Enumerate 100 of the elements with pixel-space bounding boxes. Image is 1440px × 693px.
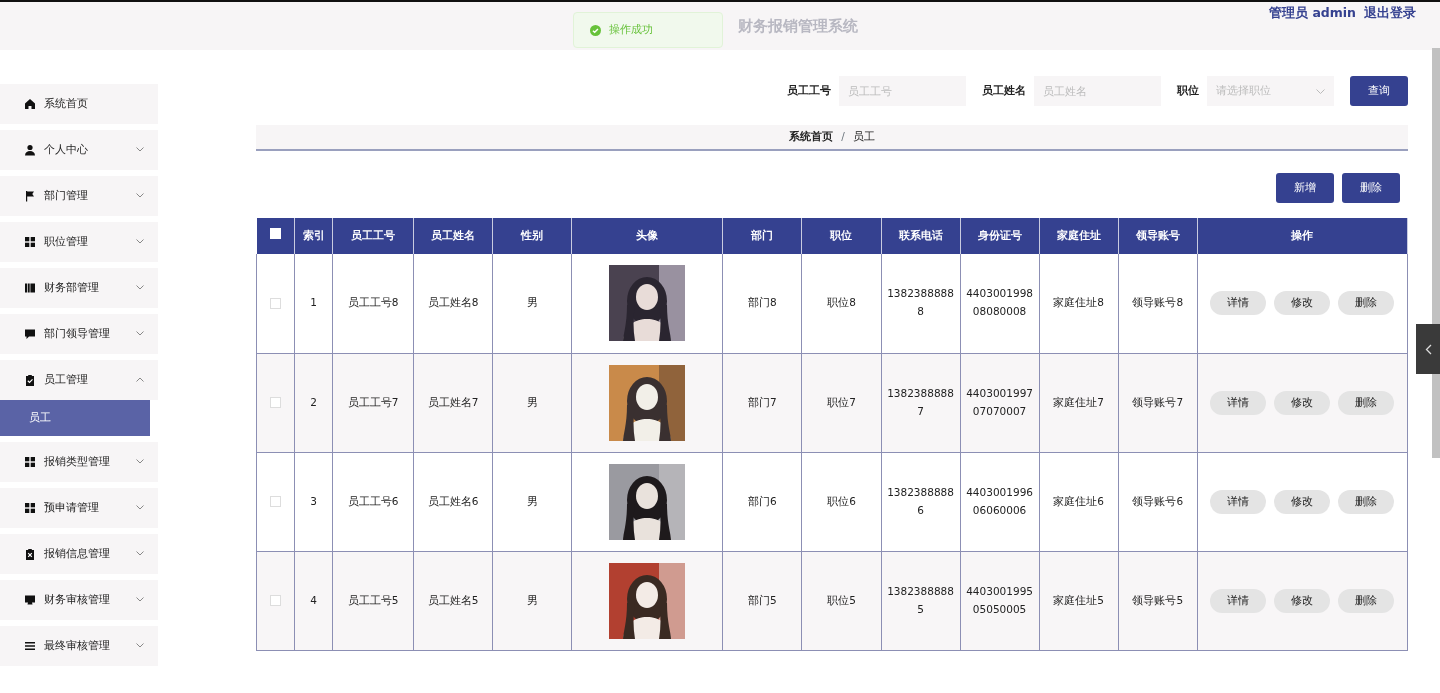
person-icon [24, 144, 36, 156]
sidebar-item[interactable]: 部门领导管理 [0, 314, 158, 354]
menu-label: 部门领导管理 [44, 325, 110, 342]
detail-button[interactable]: 详情 [1210, 489, 1267, 514]
table-cell: 员工工号8 [347, 296, 399, 309]
sidebar-item[interactable]: 个人中心 [0, 130, 158, 170]
table-cell: 部门5 [748, 593, 777, 606]
sidebar-item[interactable]: 部门管理 [0, 176, 158, 216]
check-icon [590, 24, 601, 36]
column-header: 家庭住址 [1039, 218, 1119, 254]
collapse-tab[interactable] [1416, 324, 1440, 374]
column-header: 联系电话 [881, 218, 961, 254]
table-cell: 家庭住址7 [1053, 395, 1104, 408]
delete-button[interactable]: 删除 [1338, 291, 1395, 316]
row-checkbox[interactable] [270, 397, 281, 409]
menu-label: 最终审核管理 [44, 637, 110, 654]
chevron-left-icon [1424, 343, 1432, 355]
monitor-icon [24, 594, 36, 606]
table-cell: 领导账号7 [1132, 395, 1184, 408]
breadcrumb-separator: / [841, 129, 845, 145]
sidebar-item[interactable]: 财务部管理 [0, 268, 158, 308]
grid-icon [24, 236, 36, 248]
column-header: 头像 [571, 218, 723, 254]
detail-button[interactable]: 详情 [1210, 291, 1267, 316]
table-cell: 员工姓名7 [427, 395, 479, 408]
sidebar-item[interactable]: 报销类型管理 [0, 442, 158, 482]
table-cell: 13823888887 [887, 386, 954, 417]
sidebar-item[interactable]: 预申请管理 [0, 488, 158, 528]
flag-icon [24, 190, 36, 202]
table-cell: 员工姓名8 [427, 296, 479, 309]
column-header: 员工工号 [332, 218, 414, 254]
table-cell: 13823888885 [887, 584, 954, 615]
sidebar-item[interactable]: 员工管理 [0, 360, 158, 400]
breadcrumb-link[interactable]: 系统首页 [789, 129, 834, 145]
column-header: 身份证号 [960, 218, 1040, 254]
table-cell: 13823888886 [887, 485, 954, 516]
row-checkbox[interactable] [270, 496, 281, 508]
edit-button[interactable]: 修改 [1274, 291, 1331, 316]
sidebar-item[interactable]: 最终审核管理 [0, 626, 158, 666]
column-header: 索引 [294, 218, 333, 254]
column-header: 性别 [492, 218, 572, 254]
row-checkbox[interactable] [270, 595, 281, 607]
table-cell: 领导账号8 [1132, 296, 1184, 309]
delete-button[interactable]: 删除 [1338, 489, 1395, 514]
field-label: 职位 [1177, 82, 1199, 99]
row-index: 4 [310, 593, 317, 606]
list-icon [24, 640, 36, 652]
edit-button[interactable]: 修改 [1274, 489, 1331, 514]
table-cell: 职位8 [827, 296, 856, 309]
sidebar-item[interactable]: 财务审核管理 [0, 580, 158, 620]
table-cell: 男 [526, 593, 538, 606]
field-label: 员工工号 [787, 82, 831, 99]
edit-button[interactable]: 修改 [1274, 390, 1331, 415]
menu-label: 职位管理 [44, 233, 88, 250]
table-cell: 家庭住址8 [1053, 296, 1104, 309]
table-cell: 员工工号5 [347, 593, 399, 606]
edit-button[interactable]: 修改 [1274, 588, 1331, 613]
table-cell: 家庭住址6 [1053, 494, 1104, 507]
menu-label: 财务审核管理 [44, 591, 110, 608]
table-cell: 员工姓名6 [427, 494, 479, 507]
table-cell: 员工工号7 [347, 395, 399, 408]
select-all-checkbox[interactable] [269, 228, 281, 240]
table-cell: 职位5 [827, 593, 856, 606]
clipboard-x-icon [24, 548, 36, 560]
table-cell: 440300199808080008 [966, 287, 1033, 318]
row-index: 2 [310, 395, 317, 408]
field-label: 员工姓名 [982, 82, 1026, 99]
column-header: 部门 [722, 218, 802, 254]
sidebar-item[interactable]: 职位管理 [0, 222, 158, 262]
search-button[interactable]: 查询 [1350, 76, 1408, 106]
logout-link[interactable]: 退出登录 [1364, 3, 1416, 23]
table-cell: 440300199606060006 [966, 485, 1033, 516]
row-checkbox[interactable] [270, 297, 281, 309]
row-index: 1 [310, 296, 317, 309]
home-icon [24, 98, 36, 110]
table-cell: 440300199707070007 [966, 386, 1033, 417]
detail-button[interactable]: 详情 [1210, 390, 1267, 415]
delete-button[interactable]: 删除 [1338, 390, 1395, 415]
column-header: 员工姓名 [413, 218, 493, 254]
chevron-down-icon [1316, 88, 1325, 94]
grid-icon [24, 456, 36, 468]
grid-icon [24, 502, 36, 514]
add-button[interactable]: 新增 [1276, 173, 1334, 203]
delete-button[interactable]: 删除 [1338, 588, 1395, 613]
table-cell: 职位6 [827, 494, 856, 507]
column-header: 领导账号 [1118, 218, 1198, 254]
sidebar-item[interactable]: 报销信息管理 [0, 534, 158, 574]
table-cell: 职位7 [827, 395, 856, 408]
toast-message: 操作成功 [609, 21, 653, 38]
detail-button[interactable]: 详情 [1210, 588, 1267, 613]
column-header: 操作 [1197, 218, 1408, 254]
menu-label: 预申请管理 [44, 499, 99, 516]
delete-button[interactable]: 删除 [1342, 173, 1400, 203]
user-link[interactable]: 管理员 admin [1269, 3, 1356, 23]
submenu-item[interactable]: 员工 [0, 400, 150, 436]
table-cell: 13823888888 [887, 287, 954, 318]
table-cell: 员工姓名5 [427, 593, 479, 606]
sidebar-item[interactable]: 系统首页 [0, 84, 158, 124]
menu-label: 员工管理 [44, 371, 88, 388]
table-cell: 440300199505050005 [966, 584, 1033, 615]
